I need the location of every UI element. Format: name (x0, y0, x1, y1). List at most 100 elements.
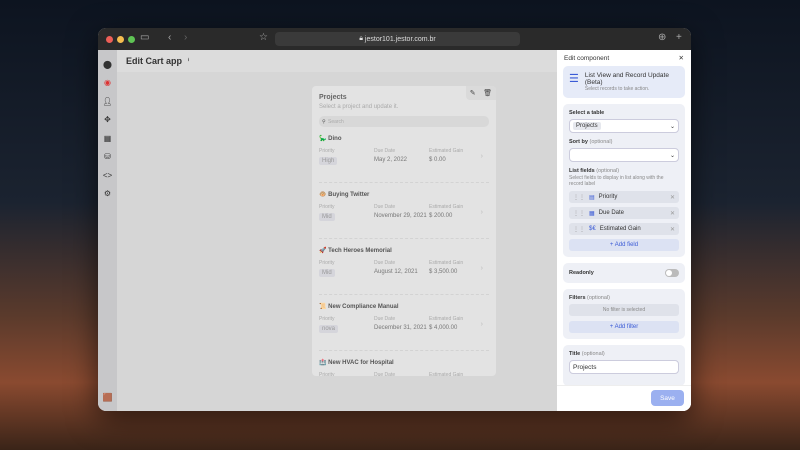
chevron-right-icon: › (480, 265, 483, 272)
back-icon[interactable]: ‹ (168, 32, 171, 43)
list-field-item[interactable]: ⋮⋮ ▤ Priority ✕ (569, 191, 679, 203)
priority-label: Priority (319, 260, 335, 266)
bookmark-star-icon[interactable]: ☆ (259, 32, 268, 43)
gain-label: Estimated Gain (429, 204, 464, 210)
no-filter-text: No filter is selected (569, 304, 679, 316)
field-type-icon: $€ (589, 226, 596, 232)
priority-badge: Mid (319, 213, 335, 221)
title-input[interactable]: Projects (569, 360, 679, 374)
item-name: Dino (328, 136, 342, 142)
users-icon[interactable]: 👤︎ (102, 92, 112, 111)
list-item[interactable]: 🏥 New HVAC for Hospital PriorityMid Due … (319, 359, 489, 376)
readonly-row: Readonly (563, 263, 685, 283)
sort-select[interactable]: ⌄ (569, 148, 679, 162)
chevron-right-icon: › (480, 153, 483, 160)
address-bar[interactable]: 🔒︎ jestor101.jestor.com.br (275, 32, 520, 46)
card-title: Projects (319, 94, 347, 101)
drag-handle-icon[interactable]: ⋮⋮ (573, 194, 585, 201)
list-field-item[interactable]: ⋮⋮ ▦ Due Date ✕ (569, 207, 679, 219)
chevron-down-icon: ⌄ (669, 123, 675, 130)
maximize-window-button[interactable] (128, 35, 135, 43)
title-section: Title (optional) Projects (563, 345, 685, 386)
info-icon[interactable]: ⁱ (188, 58, 189, 65)
list-item[interactable]: 🐵 Buying Twitter Priority Mid Due Date Nov… (319, 191, 489, 239)
list-view-component[interactable]: Projects Select a project and update it.… (312, 86, 496, 376)
new-tab-icon[interactable]: + (676, 32, 682, 43)
optional-tag: (optional) (587, 295, 610, 301)
item-name: Buying Twitter (328, 192, 370, 198)
save-button[interactable]: Save (651, 390, 684, 406)
remove-field-icon[interactable]: ✕ (670, 194, 675, 201)
due-date-label: Due Date (374, 372, 396, 376)
user-avatar[interactable]: 🟫 (103, 389, 113, 408)
drag-handle-icon[interactable]: ⋮⋮ (573, 210, 585, 217)
download-icon[interactable]: ⊕ (658, 32, 666, 43)
close-icon[interactable]: ✕ (679, 54, 684, 62)
panel-footer: Save (557, 385, 691, 411)
due-date-label: Due Date (374, 260, 396, 266)
forward-icon[interactable]: › (184, 32, 187, 43)
due-date-value: May 2, 2022 (374, 157, 408, 163)
url-text: jestor101.jestor.com.br (364, 35, 436, 43)
component-toolbar: ✎ 🗑︎ (466, 86, 496, 100)
optional-tag: (optional) (581, 351, 605, 357)
priority-badge: High (319, 157, 338, 165)
automation-icon[interactable]: ✥ (104, 111, 111, 130)
gain-label: Estimated Gain (429, 372, 464, 376)
chevron-right-icon: › (480, 321, 483, 328)
sidebar-toggle-icon[interactable]: ▭ (140, 32, 149, 43)
list-field-item[interactable]: ⋮⋮ $€ Estimated Gain ✕ (569, 223, 679, 235)
component-name: List View and Record Update (Beta) (584, 72, 669, 86)
gain-label: Estimated Gain (429, 260, 464, 266)
list-item[interactable]: 🦕 Dino Priority High Due Date May 2, 2022 … (319, 135, 489, 183)
edit-icon[interactable]: ✎ (470, 89, 476, 97)
dashboard-icon[interactable]: ▦ (104, 129, 112, 148)
remove-field-icon[interactable]: ✕ (670, 226, 675, 233)
table-select[interactable]: Projects ⌄ (569, 119, 679, 133)
gain-value: $ 4,000.00 (429, 325, 458, 331)
page-title: Edit Cart app (126, 56, 183, 66)
search-input[interactable]: ⚲ Search (319, 116, 489, 127)
list-item[interactable]: 🚀 Tech Heroes Memorial Priority Mid Due D… (319, 247, 489, 295)
trash-icon[interactable]: 🗑︎ (483, 89, 492, 97)
filters-section: Filters (optional) No filter is selected… (563, 289, 685, 339)
list-item[interactable]: 📜 New Compliance Manual Priority nova Due… (319, 303, 489, 351)
settings-icon[interactable]: ⚙ (104, 185, 111, 204)
add-filter-button[interactable]: + Add filter (569, 321, 679, 333)
title-label: Title (569, 351, 581, 357)
add-field-button[interactable]: + Add field (569, 239, 679, 251)
list-fields-label: List fields (569, 168, 595, 174)
gain-value: $ 3,500.00 (429, 269, 458, 275)
app-header: Edit Cart app ⁱ (117, 50, 557, 72)
code-icon[interactable]: <> (103, 166, 112, 185)
filters-label: Filters (569, 295, 586, 301)
due-date-label: Due Date (374, 204, 396, 210)
priority-label: Priority (319, 148, 335, 154)
list-fields-help: Select fields to display in list along w… (569, 175, 664, 187)
item-name: New Compliance Manual (328, 304, 399, 310)
search-icon: ⚲ (322, 118, 326, 125)
drag-handle-icon[interactable]: ⋮⋮ (573, 226, 585, 233)
minimize-window-button[interactable] (117, 35, 124, 43)
table-value: Projects (573, 122, 601, 130)
item-emoji-icon: 🐵 (319, 192, 327, 198)
edit-component-panel: Edit component ✕ ☰ List View and Record U… (557, 50, 691, 411)
due-date-value: August 12, 2021 (374, 269, 418, 275)
remove-field-icon[interactable]: ✕ (670, 210, 675, 217)
item-emoji-icon: 📜 (319, 304, 327, 310)
apps-icon[interactable]: ◉ (104, 74, 111, 93)
component-info: ☰ List View and Record Update (Beta) Sele… (563, 66, 685, 98)
select-table-label: Select a table (569, 110, 605, 116)
priority-label: Priority (319, 204, 335, 210)
field-name: Estimated Gain (599, 226, 641, 232)
list-icon: ☰ (569, 73, 579, 85)
database-icon[interactable]: ⛁ (104, 148, 111, 167)
readonly-toggle[interactable] (665, 269, 679, 277)
close-window-button[interactable] (106, 35, 113, 43)
due-date-value: December 31, 2021 (374, 325, 427, 331)
priority-badge: nova (319, 325, 339, 333)
gain-value: $ 0.00 (429, 157, 446, 163)
field-name: Due Date (598, 210, 625, 216)
logo-icon[interactable]: ⬤ (103, 55, 112, 74)
panel-title: Edit component (564, 54, 610, 62)
